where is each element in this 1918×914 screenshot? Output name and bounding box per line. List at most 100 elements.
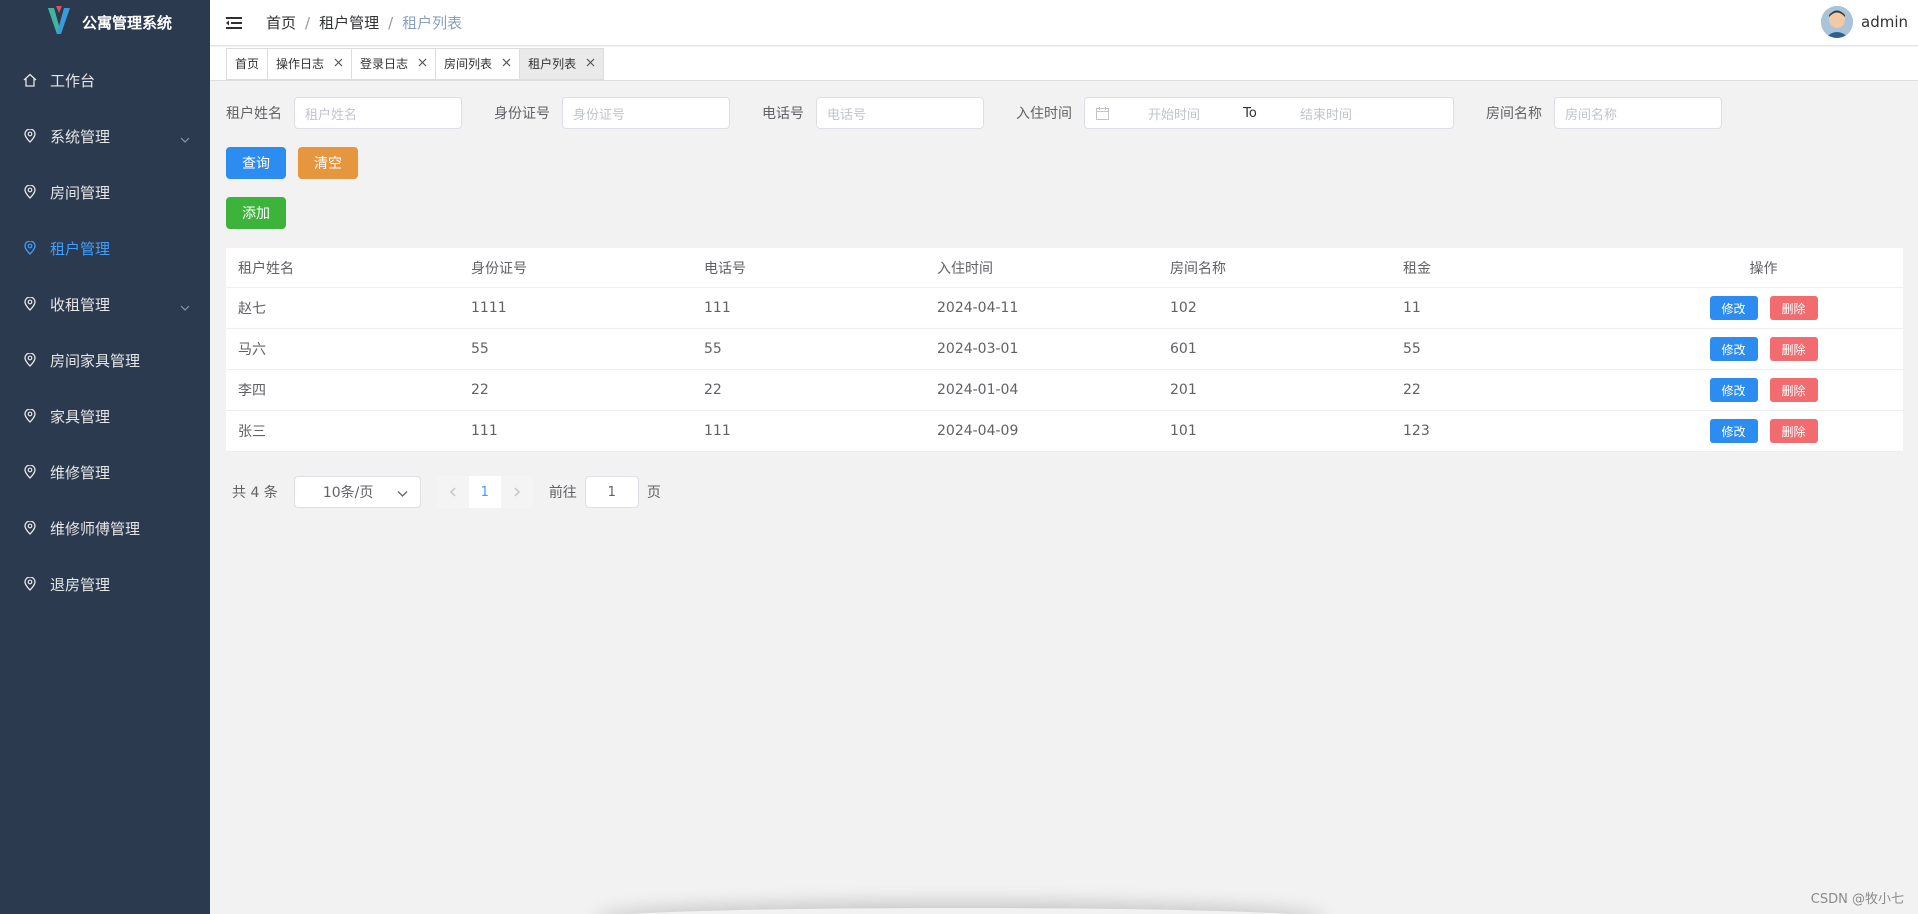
- location-icon: [22, 128, 38, 144]
- location-icon: [22, 464, 38, 480]
- location-icon: [22, 296, 38, 312]
- calendar-icon: [1095, 106, 1109, 120]
- edit-button[interactable]: 修改: [1709, 419, 1758, 443]
- page-size-select[interactable]: 10条/页: [293, 476, 421, 508]
- column-header: 操作: [1749, 260, 1778, 277]
- breadcrumb-separator: /: [388, 13, 394, 32]
- close-icon[interactable]: [502, 56, 511, 71]
- delete-button[interactable]: 删除: [1769, 337, 1818, 361]
- filter-form: 租户姓名 租户姓名 身份证号 身份证号 电话号 电话号 入住时间 开始时间 To…: [226, 97, 1722, 129]
- table-cell: 1111: [471, 300, 507, 316]
- table-cell: 111: [704, 423, 731, 439]
- app-title: 公寓管理系统: [82, 13, 173, 32]
- start-date-input[interactable]: 开始时间: [1109, 104, 1239, 123]
- table-cell: 601: [1170, 341, 1197, 357]
- end-date-input[interactable]: 结束时间: [1261, 104, 1391, 123]
- row-actions: 修改 删除: [1624, 337, 1903, 361]
- phone-input[interactable]: 电话号: [816, 97, 984, 129]
- menu-toggle-icon[interactable]: [224, 13, 244, 33]
- location-icon: [22, 240, 38, 256]
- row-actions: 修改 删除: [1624, 419, 1903, 443]
- breadcrumb-tenant-management[interactable]: 租户管理: [319, 12, 379, 33]
- sidebar-item-6[interactable]: 房间家具管理: [0, 332, 210, 388]
- table-cell: 55: [471, 341, 489, 357]
- column-header: 入住时间: [937, 260, 993, 277]
- sidebar: 公寓管理系统 工作台系统管理 房间管理 租户管理 收租管理 房间家具管理 家具管理 维修管理…: [0, 0, 210, 914]
- tab-label: 操作日志: [276, 57, 325, 71]
- table-cell: 马六: [238, 342, 266, 358]
- goto-page-input[interactable]: 1: [584, 476, 639, 508]
- table-cell: 102: [1170, 300, 1197, 316]
- goto-prefix: 前往: [548, 485, 577, 501]
- edit-button[interactable]: 修改: [1709, 337, 1758, 361]
- sidebar-item-3[interactable]: 房间管理: [0, 164, 210, 220]
- sidebar-item-label: 维修师傅管理: [50, 519, 141, 538]
- checkin-date-range[interactable]: 开始时间 To 结束时间: [1084, 97, 1454, 129]
- edit-button[interactable]: 修改: [1709, 378, 1758, 402]
- page-number-1[interactable]: 1: [468, 476, 501, 508]
- tab-4[interactable]: 房间列表: [435, 47, 521, 80]
- close-icon[interactable]: [586, 56, 595, 71]
- top-header: 首页 / 租户管理 / 租户列表 admin: [210, 0, 1918, 46]
- table-cell: 101: [1170, 423, 1197, 439]
- tab-5[interactable]: 租户列表: [519, 47, 605, 80]
- chevron-down-icon: [180, 130, 190, 148]
- sidebar-item-4[interactable]: 租户管理: [0, 220, 210, 276]
- query-button[interactable]: 查询: [226, 147, 286, 179]
- tab-2[interactable]: 操作日志: [267, 47, 353, 80]
- tab-label: 登录日志: [360, 57, 409, 71]
- sidebar-item-label: 退房管理: [50, 575, 111, 594]
- sidebar-item-5[interactable]: 收租管理: [0, 276, 210, 332]
- column-header: 电话号: [704, 260, 746, 277]
- next-page-button[interactable]: [500, 476, 533, 508]
- sidebar-item-7[interactable]: 家具管理: [0, 388, 210, 444]
- phone-label: 电话号: [762, 106, 804, 122]
- table-cell: 11: [1403, 300, 1421, 316]
- table-row: 马六 55 55 2024-03-01 601 55 修改 删除: [226, 329, 1903, 370]
- avatar[interactable]: [1821, 6, 1853, 38]
- delete-button[interactable]: 删除: [1769, 296, 1818, 320]
- prev-page-button[interactable]: [436, 476, 469, 508]
- row-actions: 修改 删除: [1624, 296, 1903, 320]
- table-header: 租户姓名 身份证号 电话号 入住时间 房间名称 租金 操作: [226, 248, 1903, 288]
- table-row: 李四 22 22 2024-01-04 201 22 修改 删除: [226, 370, 1903, 411]
- table-cell: 2024-01-04: [937, 382, 1019, 398]
- delete-button[interactable]: 删除: [1769, 378, 1818, 402]
- column-header: 身份证号: [471, 260, 527, 277]
- breadcrumb: 首页 / 租户管理 / 租户列表: [266, 12, 462, 33]
- tab-3[interactable]: 登录日志: [351, 47, 437, 80]
- close-icon[interactable]: [334, 56, 343, 71]
- close-icon[interactable]: [418, 56, 427, 71]
- sidebar-item-9[interactable]: 维修师傅管理: [0, 500, 210, 556]
- sidebar-item-10[interactable]: 退房管理: [0, 556, 210, 612]
- id-card-input[interactable]: 身份证号: [562, 97, 730, 129]
- delete-button[interactable]: 删除: [1769, 419, 1818, 443]
- chevron-down-icon: [180, 298, 190, 316]
- column-header: 房间名称: [1170, 260, 1226, 277]
- location-icon: [22, 184, 38, 200]
- checkin-time-label: 入住时间: [1016, 106, 1072, 122]
- sidebar-item-2[interactable]: 系统管理: [0, 108, 210, 164]
- sidebar-item-8[interactable]: 维修管理: [0, 444, 210, 500]
- page-jumper: 前往 1 页: [549, 476, 661, 508]
- table-cell: 22: [704, 382, 722, 398]
- table-cell: 2024-04-09: [937, 423, 1019, 439]
- room-name-input[interactable]: 房间名称: [1554, 97, 1722, 129]
- breadcrumb-home[interactable]: 首页: [266, 12, 296, 33]
- clear-button[interactable]: 清空: [298, 147, 358, 179]
- table-cell: 55: [704, 341, 722, 357]
- breadcrumb-separator: /: [305, 13, 311, 32]
- user-menu[interactable]: admin: [1821, 6, 1908, 38]
- username[interactable]: admin: [1861, 13, 1908, 31]
- sidebar-item-label: 工作台: [50, 71, 96, 90]
- sidebar-item-1[interactable]: 工作台: [0, 52, 210, 108]
- add-button[interactable]: 添加: [226, 197, 286, 229]
- location-icon: [22, 576, 38, 592]
- location-icon: [22, 352, 38, 368]
- page-size-value: 10条/页: [322, 485, 374, 501]
- table-cell: 2024-03-01: [937, 341, 1019, 357]
- tab-1[interactable]: 首页: [226, 47, 269, 80]
- edit-button[interactable]: 修改: [1709, 296, 1758, 320]
- table-cell: 111: [704, 300, 731, 316]
- tenant-name-input[interactable]: 租户姓名: [294, 97, 462, 129]
